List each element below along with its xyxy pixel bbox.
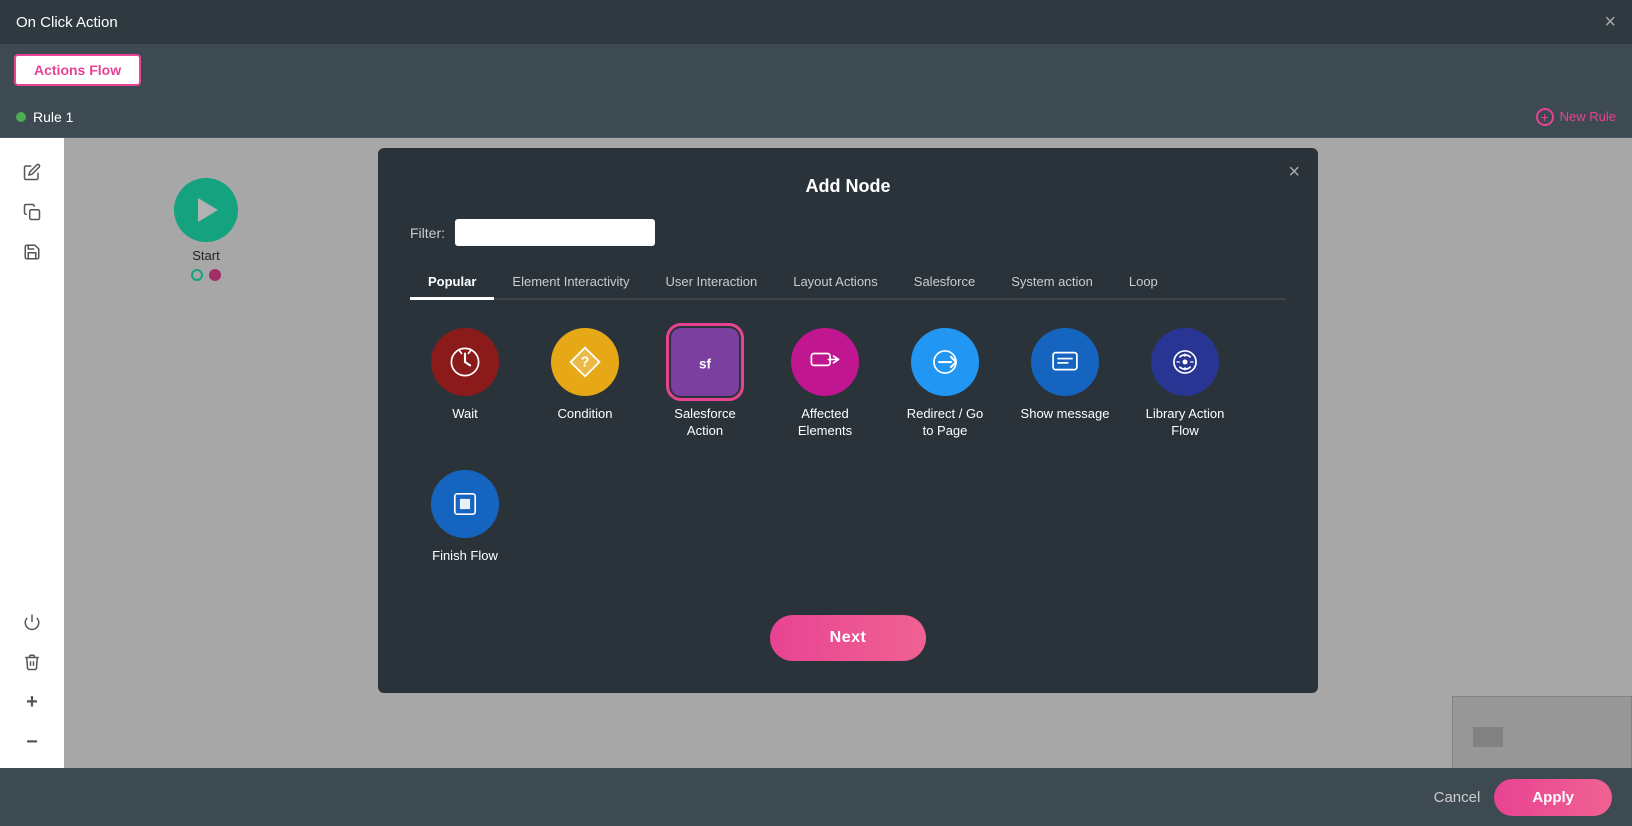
node-redirect[interactable]: Redirect / Go to Page: [900, 328, 990, 440]
tab-loop[interactable]: Loop: [1111, 266, 1176, 300]
node-grid: Wait ? Condition: [410, 328, 1286, 565]
apply-button[interactable]: Apply: [1494, 779, 1612, 816]
next-button[interactable]: Next: [770, 615, 927, 661]
filter-row: Filter:: [410, 219, 1286, 246]
condition-icon: ?: [551, 328, 619, 396]
node-finish-flow[interactable]: Finish Flow: [420, 470, 510, 565]
edit-icon[interactable]: [14, 154, 50, 190]
node-condition[interactable]: ? Condition: [540, 328, 630, 440]
node-wait[interactable]: Wait: [420, 328, 510, 440]
salesforce-label: Salesforce Action: [660, 406, 750, 440]
node-salesforce[interactable]: sf Salesforce Action: [660, 328, 750, 440]
zoom-out-icon[interactable]: −: [14, 724, 50, 760]
new-rule-plus-icon: +: [1536, 108, 1554, 126]
tab-user-interaction[interactable]: User Interaction: [647, 266, 775, 300]
title-bar-title: On Click Action: [16, 14, 118, 31]
tab-actions-flow[interactable]: Actions Flow: [14, 54, 141, 86]
affected-elements-label: Affected Elements: [780, 406, 870, 440]
tab-system-action[interactable]: System action: [993, 266, 1111, 300]
tab-salesforce[interactable]: Salesforce: [896, 266, 993, 300]
save-icon[interactable]: [14, 234, 50, 270]
copy-icon[interactable]: [14, 194, 50, 230]
trash-icon[interactable]: [14, 644, 50, 680]
title-bar: On Click Action ×: [0, 0, 1632, 44]
tab-popular[interactable]: Popular: [410, 266, 494, 300]
modal-overlay: Add Node × Filter: Popular Element Inter…: [64, 138, 1632, 826]
svg-text:?: ?: [581, 355, 590, 371]
zoom-in-icon[interactable]: +: [14, 684, 50, 720]
tab-layout-actions[interactable]: Layout Actions: [775, 266, 896, 300]
modal-close-icon[interactable]: ×: [1288, 162, 1300, 182]
filter-label: Filter:: [410, 225, 445, 241]
node-affected-elements[interactable]: Affected Elements: [780, 328, 870, 440]
new-rule-button[interactable]: + New Rule: [1536, 108, 1616, 126]
left-sidebar: + −: [0, 138, 64, 826]
title-bar-close-icon[interactable]: ×: [1604, 12, 1616, 32]
library-label: Library Action Flow: [1140, 406, 1230, 440]
tab-bar: Actions Flow: [0, 44, 1632, 96]
tab-element-interactivity[interactable]: Element Interactivity: [494, 266, 647, 300]
svg-text:sf: sf: [699, 356, 712, 371]
wait-icon: [431, 328, 499, 396]
rule-name: Rule 1: [33, 109, 73, 125]
canvas-area: Start Add Node × Filter: Pop: [64, 138, 1632, 826]
power-icon[interactable]: [14, 604, 50, 640]
salesforce-icon: sf: [671, 328, 739, 396]
wait-label: Wait: [452, 406, 478, 423]
filter-input[interactable]: [455, 219, 655, 246]
show-message-label: Show message: [1021, 406, 1110, 423]
condition-label: Condition: [558, 406, 613, 423]
rule-status-dot: [16, 112, 26, 122]
finish-flow-label: Finish Flow: [432, 548, 498, 565]
cancel-button[interactable]: Cancel: [1434, 789, 1481, 806]
library-icon: [1151, 328, 1219, 396]
rule-label: Rule 1: [16, 109, 73, 125]
modal-title: Add Node: [410, 176, 1286, 197]
modal-tabs: Popular Element Interactivity User Inter…: [410, 266, 1286, 300]
modal-footer: Next: [410, 615, 1286, 661]
add-node-modal: Add Node × Filter: Popular Element Inter…: [378, 148, 1318, 693]
show-message-icon: [1031, 328, 1099, 396]
redirect-label: Redirect / Go to Page: [900, 406, 990, 440]
main-content: + − Start: [0, 138, 1632, 826]
redirect-icon: [911, 328, 979, 396]
finish-flow-icon: [431, 470, 499, 538]
new-rule-label: New Rule: [1560, 109, 1616, 124]
bottom-bar: Cancel Apply: [0, 768, 1632, 826]
rule-bar: Rule 1 + New Rule: [0, 96, 1632, 138]
affected-elements-icon: [791, 328, 859, 396]
node-library[interactable]: Library Action Flow: [1140, 328, 1230, 440]
node-show-message[interactable]: Show message: [1020, 328, 1110, 440]
